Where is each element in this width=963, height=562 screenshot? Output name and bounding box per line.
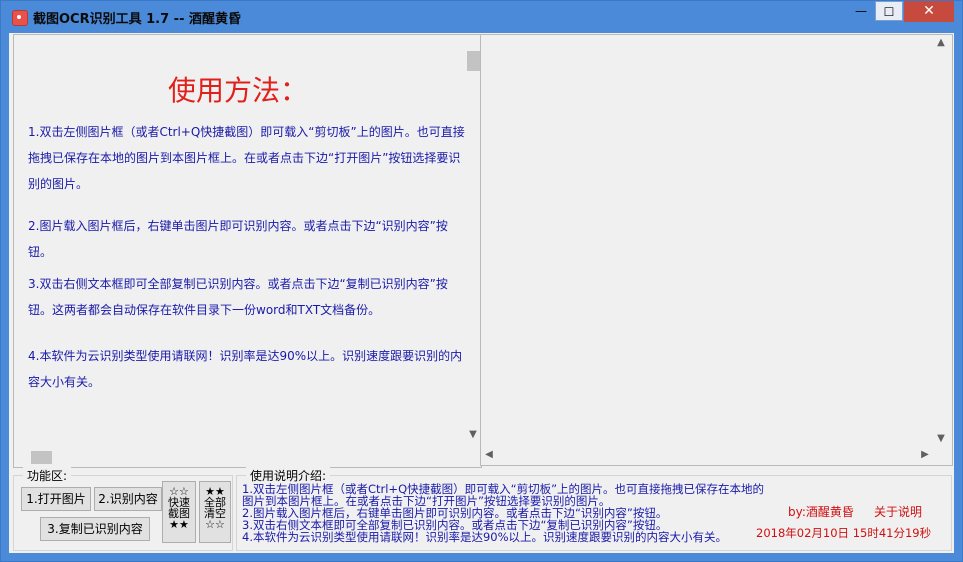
chevron-down-icon[interactable]: ▼ <box>465 427 481 443</box>
minimize-button[interactable]: — <box>847 1 875 22</box>
chevron-down-icon[interactable]: ▼ <box>933 431 949 447</box>
window-title: 截图OCR识别工具 1.7 -- 酒醒黄昏 <box>33 12 242 27</box>
scroll-thumb[interactable] <box>31 451 52 464</box>
function-group: 功能区: 1.打开图片 2.识别内容 3.复制已识别内容 ☆☆ 快速 截图 ★★… <box>13 467 233 551</box>
title-bar[interactable]: 截图OCR识别工具 1.7 -- 酒醒黄昏 — ☐ ✕ <box>1 1 962 33</box>
left-vertical-scrollbar[interactable]: ▼ <box>465 35 481 447</box>
info-line-1: 1.双击左侧图片框（或者Ctrl+Q快捷截图）即可载入“剪切板”上的图片。也可直… <box>242 482 765 508</box>
scroll-thumb[interactable] <box>467 51 480 71</box>
guide-step-4: 4.本软件为云识别类型使用请联网！识别率是达90%以上。识别速度跟要识别的内容大… <box>28 349 463 389</box>
left-horizontal-scrollbar[interactable] <box>14 449 465 466</box>
info-line-4: 4.本软件为云识别类型使用请联网！识别率是达90%以上。识别速度跟要识别的内容大… <box>242 530 728 544</box>
maximize-button[interactable]: ☐ <box>875 1 903 21</box>
quick-screenshot-button[interactable]: ☆☆ 快速 截图 ★★ <box>162 481 196 543</box>
app-window: 截图OCR识别工具 1.7 -- 酒醒黄昏 — ☐ ✕ 使用方法： 1.双击左侧… <box>0 0 963 562</box>
function-group-legend: 功能区: <box>23 467 72 484</box>
guide-step-1: 1.双击左侧图片框（或者Ctrl+Q快捷截图）即可载入“剪切板”上的图片。也可直… <box>28 125 465 191</box>
author-label: by:酒醒黄昏 <box>788 505 854 519</box>
image-picture-box[interactable]: 使用方法： 1.双击左侧图片框（或者Ctrl+Q快捷截图）即可载入“剪切板”上的… <box>13 34 482 468</box>
about-link[interactable]: 关于说明 <box>874 503 922 520</box>
chevron-left-icon[interactable]: ◀ <box>481 447 497 463</box>
guide-title: 使用方法： <box>168 74 309 107</box>
app-camera-icon <box>12 10 28 26</box>
ocr-result-textbox[interactable]: ▲ ▼ ◀ ▶ <box>480 34 953 466</box>
recognize-button[interactable]: 2.识别内容 <box>94 487 162 511</box>
info-text: 1.双击左侧图片框（或者Ctrl+Q快捷截图）即可载入“剪切板”上的图片。也可直… <box>242 483 772 543</box>
chevron-right-icon[interactable]: ▶ <box>917 447 933 463</box>
client-area: 使用方法： 1.双击左侧图片框（或者Ctrl+Q快捷截图）即可载入“剪切板”上的… <box>9 33 954 553</box>
close-button[interactable]: ✕ <box>904 1 954 22</box>
copy-result-button[interactable]: 3.复制已识别内容 <box>40 517 150 541</box>
clear-all-button[interactable]: ★★ 全部 清空 ☆☆ <box>199 481 231 543</box>
open-image-button[interactable]: 1.打开图片 <box>21 487 91 511</box>
info-group: 使用说明介绍: 1.双击左侧图片框（或者Ctrl+Q快捷截图）即可载入“剪切板”… <box>236 467 952 551</box>
datetime-label: 2018年02月10日 15时41分19秒 <box>756 526 932 540</box>
guide-step-2: 2.图片载入图片框后，右键单击图片即可识别内容。或者点击下边“识别内容”按钮。 <box>28 219 448 259</box>
guide-step-3: 3.双击右侧文本框即可全部复制已识别内容。或者点击下边“复制已识别内容”按钮。这… <box>28 277 448 317</box>
chevron-up-icon[interactable]: ▲ <box>933 35 949 51</box>
